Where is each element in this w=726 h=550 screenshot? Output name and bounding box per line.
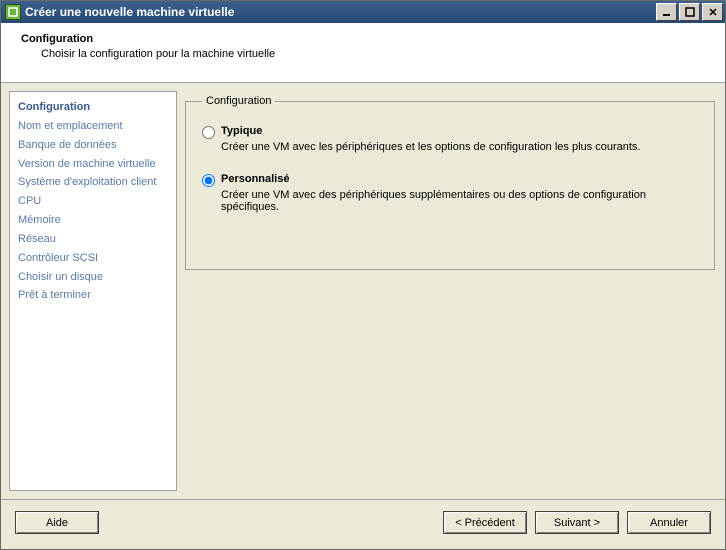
back-button[interactable]: < Précédent — [443, 511, 527, 534]
sidebar-item-network[interactable]: Réseau — [18, 230, 168, 249]
sidebar-item-datastore[interactable]: Banque de données — [18, 136, 168, 155]
sidebar-item-memory[interactable]: Mémoire — [18, 211, 168, 230]
option-custom-radio[interactable] — [202, 174, 215, 187]
wizard-steps-sidebar: Configuration Nom et emplacement Banque … — [9, 91, 177, 491]
option-custom-desc: Créer une VM avec des périphériques supp… — [221, 189, 698, 213]
cancel-button[interactable]: Annuler — [627, 511, 711, 534]
page-subtitle: Choisir la configuration pour la machine… — [41, 48, 705, 60]
option-typical-desc: Créer une VM avec les périphériques et l… — [221, 141, 698, 153]
window-titlebar: Créer une nouvelle machine virtuelle — [1, 1, 725, 23]
window-title: Créer une nouvelle machine virtuelle — [25, 5, 654, 19]
sidebar-item-disk[interactable]: Choisir un disque — [18, 268, 168, 287]
option-typical-row[interactable]: Typique Créer une VM avec les périphériq… — [202, 125, 698, 153]
wizard-header: Configuration Choisir la configuration p… — [1, 23, 725, 83]
configuration-groupbox: Configuration Typique Créer une VM avec … — [185, 95, 715, 270]
sidebar-item-vm-version[interactable]: Version de machine virtuelle — [18, 155, 168, 174]
maximize-button[interactable] — [679, 3, 700, 21]
next-button[interactable]: Suivant > — [535, 511, 619, 534]
sidebar-item-guest-os[interactable]: Système d'exploitation client — [18, 173, 168, 192]
sidebar-item-ready[interactable]: Prêt à terminer — [18, 286, 168, 305]
help-button[interactable]: Aide — [15, 511, 99, 534]
sidebar-item-cpu[interactable]: CPU — [18, 192, 168, 211]
option-typical-radio[interactable] — [202, 126, 215, 139]
app-icon — [5, 4, 21, 20]
page-title: Configuration — [21, 33, 705, 45]
wizard-content: Configuration Typique Créer une VM avec … — [181, 87, 721, 495]
minimize-button[interactable] — [656, 3, 677, 21]
sidebar-item-scsi[interactable]: Contrôleur SCSI — [18, 249, 168, 268]
option-custom-row[interactable]: Personnalisé Créer une VM avec des périp… — [202, 173, 698, 213]
close-button[interactable] — [702, 3, 723, 21]
wizard-body: Configuration Nom et emplacement Banque … — [1, 83, 725, 499]
wizard-footer: Aide < Précédent Suivant > Annuler — [1, 499, 725, 545]
groupbox-legend: Configuration — [202, 95, 275, 107]
sidebar-item-configuration[interactable]: Configuration — [18, 98, 168, 117]
option-custom-title: Personnalisé — [221, 173, 698, 185]
sidebar-item-name[interactable]: Nom et emplacement — [18, 117, 168, 136]
option-typical-title: Typique — [221, 125, 698, 137]
